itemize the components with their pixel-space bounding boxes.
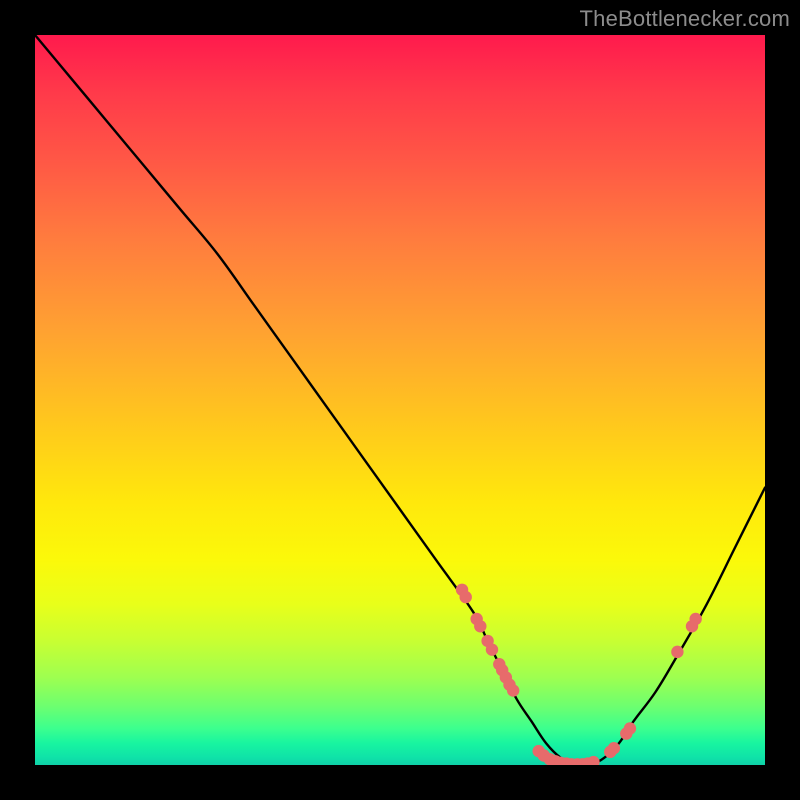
plot-area: [35, 35, 765, 765]
curve-marker: [486, 643, 498, 655]
marker-layer: [456, 584, 702, 765]
curve-marker: [689, 613, 701, 625]
curve-marker: [587, 756, 599, 765]
curve-marker: [474, 620, 486, 632]
bottleneck-curve-svg: [35, 35, 765, 765]
curve-marker: [507, 684, 519, 696]
watermark-label: TheBottlenecker.com: [580, 6, 790, 32]
chart-stage: TheBottlenecker.com: [0, 0, 800, 800]
curve-marker: [460, 591, 472, 603]
curve-marker: [624, 722, 636, 734]
bottleneck-curve-path: [35, 35, 765, 765]
curve-marker: [608, 742, 620, 754]
curve-marker: [671, 646, 683, 658]
